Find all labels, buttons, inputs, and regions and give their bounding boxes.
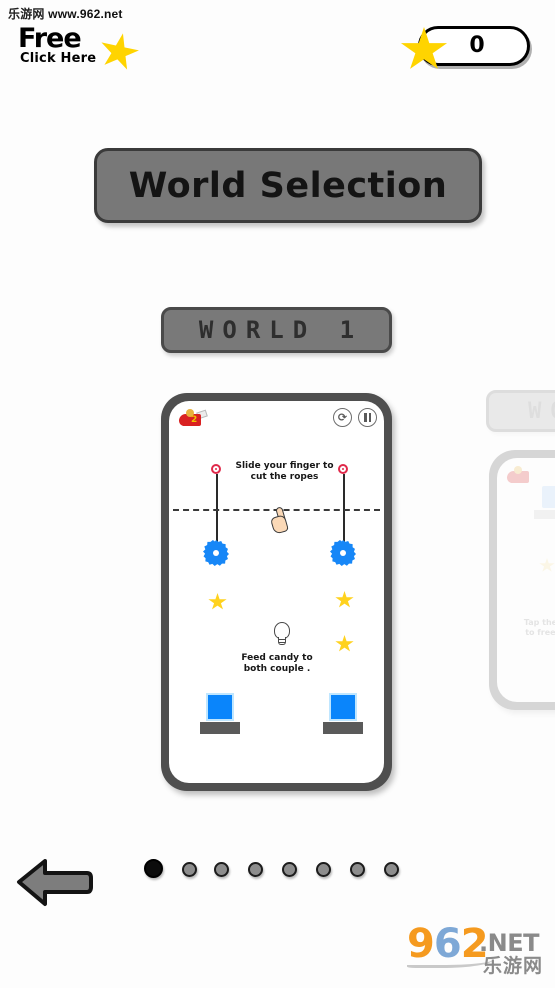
- preview-hud-buttons: ⟳: [333, 408, 377, 427]
- pointing-hand-icon: [269, 506, 290, 535]
- bulb-base: [278, 637, 286, 645]
- next-world-preview-card[interactable]: Tap the button to freeze time: [489, 450, 555, 710]
- page-dot-7[interactable]: [350, 862, 365, 877]
- rope-anchor: [211, 464, 221, 474]
- rope-gear: [203, 540, 229, 566]
- world-label-plate: WORLD 1: [161, 307, 392, 353]
- restart-glyph: ⟳: [337, 411, 348, 424]
- candy-block: [329, 693, 357, 721]
- watermark-bottom-tld: .NET: [479, 929, 539, 957]
- rope-anchor: [338, 464, 348, 474]
- preview-hint-bottom: Feed candy to both couple .: [241, 653, 313, 675]
- page-dot-6[interactable]: [316, 862, 331, 877]
- world-selection-screen: 乐游网 www.962.net Free Click Here 0 World …: [0, 0, 555, 988]
- star-counter: 0: [400, 26, 530, 69]
- next-world-label: WORLD 2: [528, 398, 555, 424]
- star-icon: [335, 635, 354, 652]
- world-preview-screen: 2 ⟳ Slide your finger to cut the ropes F…: [169, 401, 384, 783]
- next-world-label-plate[interactable]: WORLD 2: [486, 390, 555, 432]
- page-title: World Selection: [94, 148, 482, 223]
- page-dot-1[interactable]: [144, 859, 163, 878]
- pause-glyph: [359, 409, 376, 426]
- next-preview-hint: Tap the button to freeze time: [523, 618, 555, 637]
- free-click-here-button[interactable]: Free Click Here: [18, 25, 133, 73]
- page-dot-2[interactable]: [182, 862, 197, 877]
- free-label: Free: [18, 23, 82, 54]
- sprite-badge-label: 2: [191, 415, 198, 425]
- next-world-preview-screen: Tap the button to freeze time: [497, 458, 555, 702]
- pagination-dots: [144, 859, 412, 881]
- watermark-top-cn: 乐游网: [8, 7, 45, 21]
- restart-icon[interactable]: ⟳: [333, 408, 352, 427]
- click-here-label: Click Here: [20, 51, 97, 66]
- platform: [200, 722, 240, 734]
- page-dot-5[interactable]: [282, 862, 297, 877]
- watermark-bottom-cn: 乐游网: [482, 956, 543, 977]
- page-dot-3[interactable]: [214, 862, 229, 877]
- page-title-label: World Selection: [128, 165, 448, 206]
- star-icon: [539, 558, 555, 572]
- character-sprite-icon: 2: [177, 409, 208, 429]
- pause-icon[interactable]: [358, 408, 377, 427]
- world-label: WORLD 1: [198, 316, 364, 344]
- watermark-top: 乐游网 www.962.net: [8, 5, 123, 22]
- page-dot-8[interactable]: [384, 862, 399, 877]
- page-dot-4[interactable]: [248, 862, 263, 877]
- candy-block: [206, 693, 234, 721]
- star-icon: [335, 591, 354, 608]
- star-icon: [208, 593, 227, 610]
- hand-palm: [269, 514, 290, 535]
- platform: [323, 722, 363, 734]
- watermark-bottom: 962 .NET 乐游网: [407, 922, 545, 980]
- world-preview-card[interactable]: 2 ⟳ Slide your finger to cut the ropes F…: [161, 393, 392, 791]
- preview-hint-top: Slide your finger to cut the ropes: [235, 461, 334, 483]
- back-arrow-icon[interactable]: [15, 855, 93, 911]
- sprite-head: [514, 466, 522, 474]
- star-icon: [95, 29, 142, 74]
- lightbulb-icon: [273, 622, 291, 647]
- rope-gear: [330, 540, 356, 566]
- platform: [534, 510, 555, 519]
- watermark-top-url: www.962.net: [48, 7, 123, 21]
- candy-block: [542, 486, 555, 508]
- character-sprite-icon: [505, 466, 535, 486]
